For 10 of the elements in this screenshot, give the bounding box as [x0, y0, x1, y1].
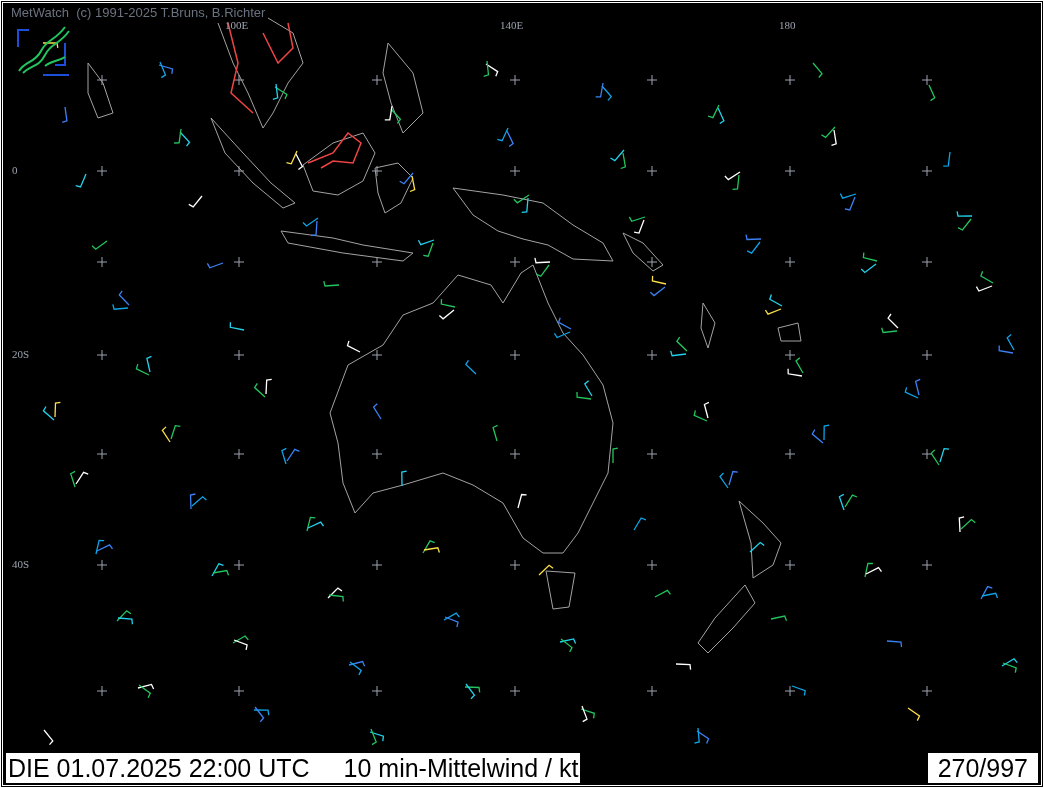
latitude-label: 0 [12, 165, 18, 176]
longitude-label: 100E [225, 20, 249, 31]
longitude-label: 180 [779, 20, 796, 31]
date-time-text: DIE 01.07.2025 22:00 UTC [8, 755, 310, 781]
longitude-label: 140E [500, 20, 524, 31]
latitude-label: 40S [12, 559, 30, 570]
app-title: MetWatch (c) 1991-2025 T.Bruns, B.Richter [11, 6, 266, 19]
latitude-label: 20S [12, 349, 30, 360]
station-count: 270/997 [937, 755, 1028, 781]
product-title: 10 min-Mittelwind / kt [343, 755, 579, 781]
